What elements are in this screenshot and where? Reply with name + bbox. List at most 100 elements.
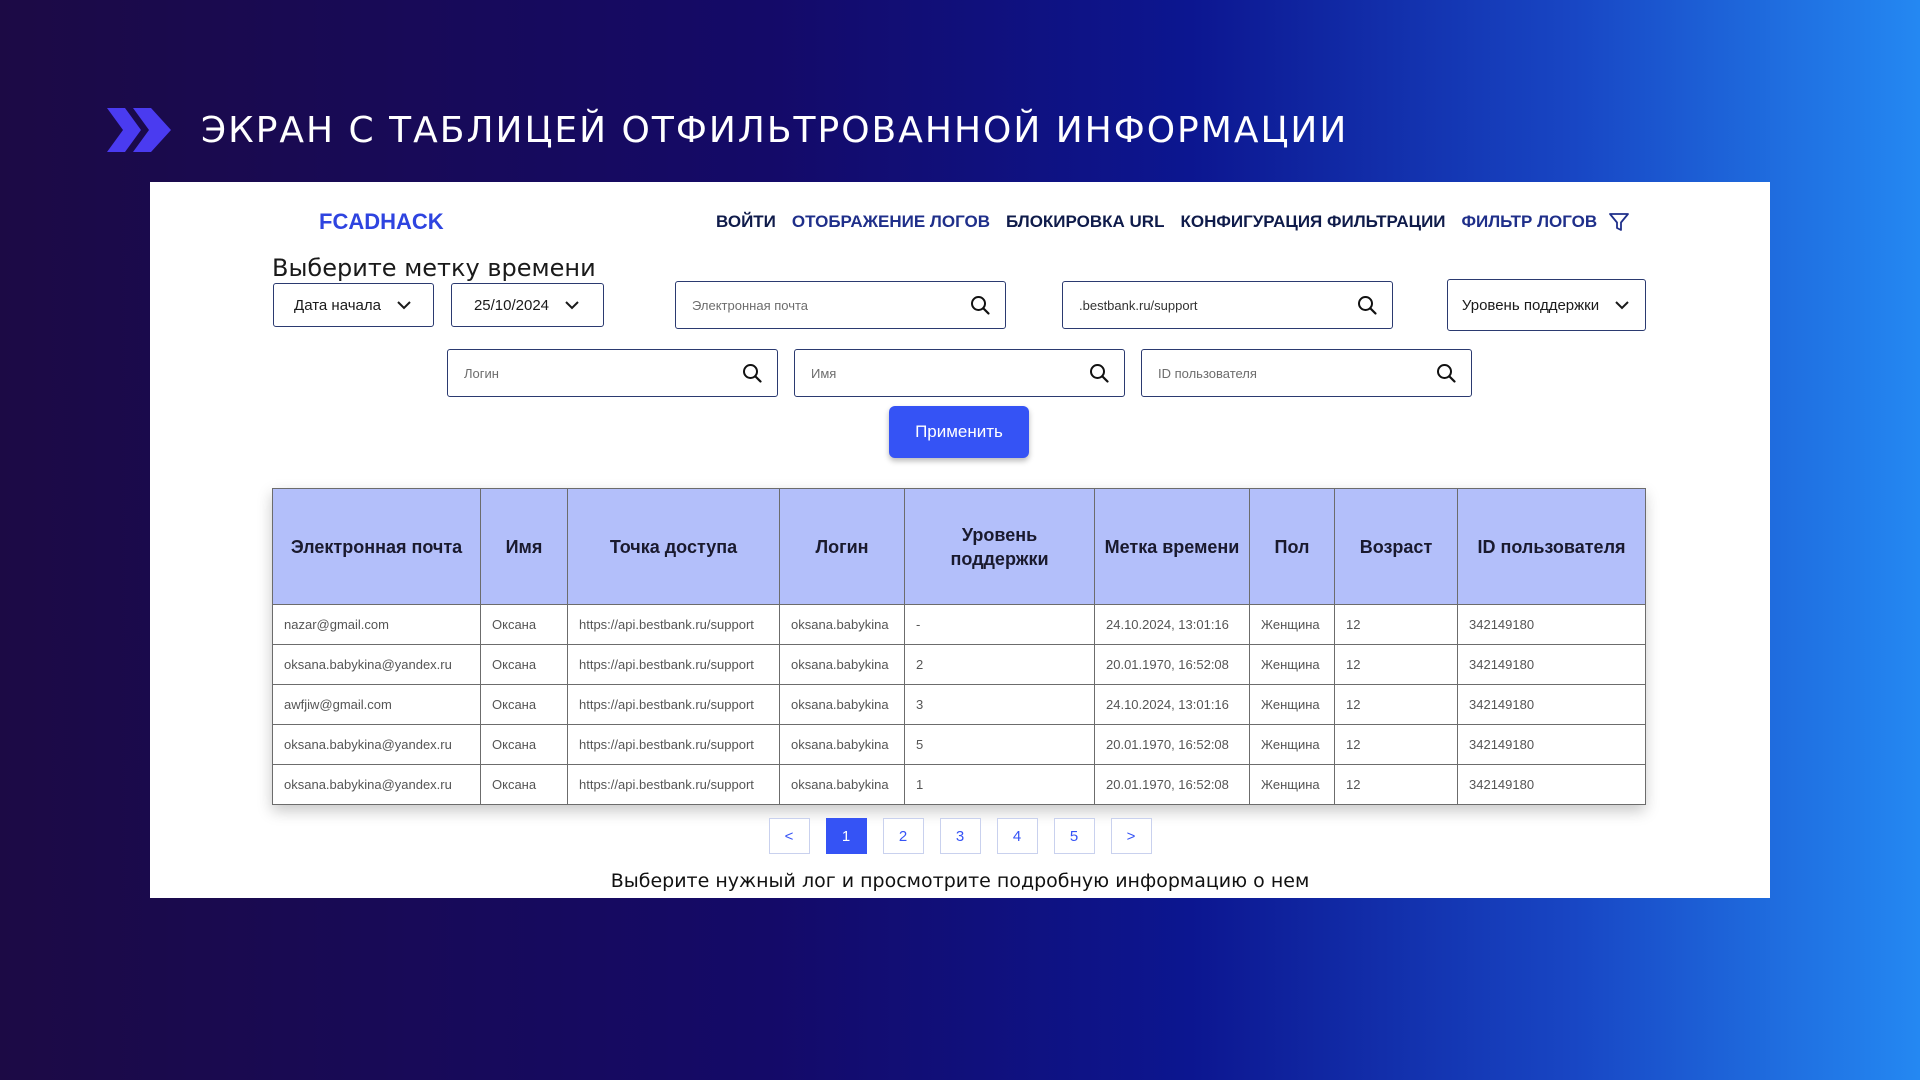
cell-age: 12 (1334, 764, 1458, 805)
login-placeholder: Логин (464, 365, 499, 381)
header-email: Электронная почта (272, 488, 481, 605)
cell-login: oksana.babykina (779, 724, 905, 765)
cell-access-point: https://api.bestbank.ru/support (567, 644, 780, 685)
nav-filter-config[interactable]: КОНФИГУРАЦИЯ ФИЛЬТРАЦИИ (1180, 212, 1445, 232)
app-panel: FCADHACK ВОЙТИ ОТОБРАЖЕНИЕ ЛОГОВ БЛОКИРО… (150, 182, 1770, 898)
page-button-5[interactable]: 5 (1053, 818, 1095, 854)
header-login: Логин (779, 488, 905, 605)
cell-user-id: 342149180 (1457, 764, 1646, 805)
cell-gender: Женщина (1249, 604, 1335, 645)
header-age: Возраст (1334, 488, 1458, 605)
cell-gender: Женщина (1249, 684, 1335, 725)
slide-header: ЭКРАН С ТАБЛИЦЕЙ ОТФИЛЬТРОВАННОЙ ИНФОРМА… (107, 104, 1348, 156)
table-row[interactable]: oksana.babykina@yandex.ru Оксана https:/… (272, 764, 1646, 805)
cell-name: Оксана (480, 644, 568, 685)
start-date-select[interactable]: Дата начала (273, 283, 434, 327)
cell-support-level: 5 (904, 724, 1095, 765)
date-value: 25/10/2024 (473, 296, 550, 314)
cell-timestamp: 20.01.1970, 16:52:08 (1094, 764, 1250, 805)
cell-login: oksana.babykina (779, 764, 905, 805)
funnel-icon[interactable] (1607, 210, 1631, 234)
cell-access-point: https://api.bestbank.ru/support (567, 764, 780, 805)
header-support-level: Уровень поддержки (904, 488, 1095, 605)
search-icon[interactable] (1356, 294, 1378, 316)
cell-user-id: 342149180 (1457, 604, 1646, 645)
search-icon[interactable] (969, 294, 991, 316)
page-button-4[interactable]: 4 (996, 818, 1038, 854)
chevron-down-icon (565, 301, 579, 310)
next-page-button[interactable]: > (1110, 818, 1152, 854)
login-search-input[interactable]: Логин (447, 349, 778, 397)
page-button-2[interactable]: 2 (882, 818, 924, 854)
user-id-search-input[interactable]: ID пользователя (1141, 349, 1472, 397)
nav-log-filter[interactable]: ФИЛЬТР ЛОГОВ (1462, 212, 1598, 232)
table-row[interactable]: oksana.babykina@yandex.ru Оксана https:/… (272, 644, 1646, 685)
cell-email: oksana.babykina@yandex.ru (272, 724, 481, 765)
url-search-input[interactable]: .bestbank.ru/support (1062, 281, 1393, 329)
cell-timestamp: 20.01.1970, 16:52:08 (1094, 644, 1250, 685)
cell-name: Оксана (480, 764, 568, 805)
logs-table: Электронная почта Имя Точка доступа Логи… (272, 488, 1646, 805)
cell-email: oksana.babykina@yandex.ru (272, 764, 481, 805)
email-placeholder: Электронная почта (692, 297, 809, 313)
cell-age: 12 (1334, 724, 1458, 765)
table-row[interactable]: oksana.babykina@yandex.ru Оксана https:/… (272, 724, 1646, 765)
table-header-row: Электронная почта Имя Точка доступа Логи… (272, 488, 1646, 605)
cell-name: Оксана (480, 684, 568, 725)
user-id-placeholder: ID пользователя (1158, 365, 1257, 381)
cell-user-id: 342149180 (1457, 684, 1646, 725)
apply-button[interactable]: Применить (889, 406, 1029, 458)
time-label: Выберите метку времени (272, 254, 596, 282)
nav-logs-view[interactable]: ОТОБРАЖЕНИЕ ЛОГОВ (792, 212, 990, 232)
table-row[interactable]: awfjiw@gmail.com Оксана https://api.best… (272, 684, 1646, 725)
cell-support-level: 3 (904, 684, 1095, 725)
date-select[interactable]: 25/10/2024 (451, 283, 604, 327)
support-level-label: Уровень поддержки (1461, 296, 1600, 314)
support-level-select[interactable]: Уровень поддержки (1447, 279, 1646, 331)
search-icon[interactable] (741, 362, 763, 384)
table-row[interactable]: nazar@gmail.com Оксана https://api.bestb… (272, 604, 1646, 645)
cell-user-id: 342149180 (1457, 724, 1646, 765)
nav-links: ВОЙТИ ОТОБРАЖЕНИЕ ЛОГОВ БЛОКИРОВКА URL К… (716, 202, 1631, 242)
cell-timestamp: 20.01.1970, 16:52:08 (1094, 724, 1250, 765)
chevron-down-icon (1615, 301, 1629, 310)
name-placeholder: Имя (811, 365, 837, 381)
nav-login[interactable]: ВОЙТИ (716, 212, 776, 232)
page-button-1[interactable]: 1 (825, 818, 867, 854)
header-user-id: ID пользователя (1457, 488, 1646, 605)
search-icon[interactable] (1088, 362, 1110, 384)
cell-age: 12 (1334, 644, 1458, 685)
search-icon[interactable] (1435, 362, 1457, 384)
double-chevron-icon (107, 108, 171, 152)
cell-age: 12 (1334, 604, 1458, 645)
cell-name: Оксана (480, 604, 568, 645)
slide-title: ЭКРАН С ТАБЛИЦЕЙ ОТФИЛЬТРОВАННОЙ ИНФОРМА… (201, 109, 1349, 151)
cell-access-point: https://api.bestbank.ru/support (567, 684, 780, 725)
navbar: FCADHACK ВОЙТИ ОТОБРАЖЕНИЕ ЛОГОВ БЛОКИРО… (150, 202, 1770, 242)
cell-login: oksana.babykina (779, 684, 905, 725)
page-button-3[interactable]: 3 (939, 818, 981, 854)
cell-support-level: - (904, 604, 1095, 645)
cell-name: Оксана (480, 724, 568, 765)
email-search-input[interactable]: Электронная почта (675, 281, 1006, 329)
chevron-down-icon (397, 301, 411, 310)
header-gender: Пол (1249, 488, 1335, 605)
logo[interactable]: FCADHACK (319, 202, 444, 242)
cell-user-id: 342149180 (1457, 644, 1646, 685)
cell-timestamp: 24.10.2024, 13:01:16 (1094, 604, 1250, 645)
hint-text: Выберите нужный лог и просмотрите подроб… (610, 870, 1310, 892)
cell-gender: Женщина (1249, 644, 1335, 685)
cell-gender: Женщина (1249, 764, 1335, 805)
header-access-point: Точка доступа (567, 488, 780, 605)
header-timestamp: Метка времени (1094, 488, 1250, 605)
header-name: Имя (480, 488, 568, 605)
cell-email: oksana.babykina@yandex.ru (272, 644, 481, 685)
cell-gender: Женщина (1249, 724, 1335, 765)
pagination: < 1 2 3 4 5 > (150, 818, 1770, 854)
name-search-input[interactable]: Имя (794, 349, 1125, 397)
nav-url-block[interactable]: БЛОКИРОВКА URL (1006, 212, 1164, 232)
cell-email: nazar@gmail.com (272, 604, 481, 645)
cell-access-point: https://api.bestbank.ru/support (567, 724, 780, 765)
cell-age: 12 (1334, 684, 1458, 725)
prev-page-button[interactable]: < (768, 818, 810, 854)
